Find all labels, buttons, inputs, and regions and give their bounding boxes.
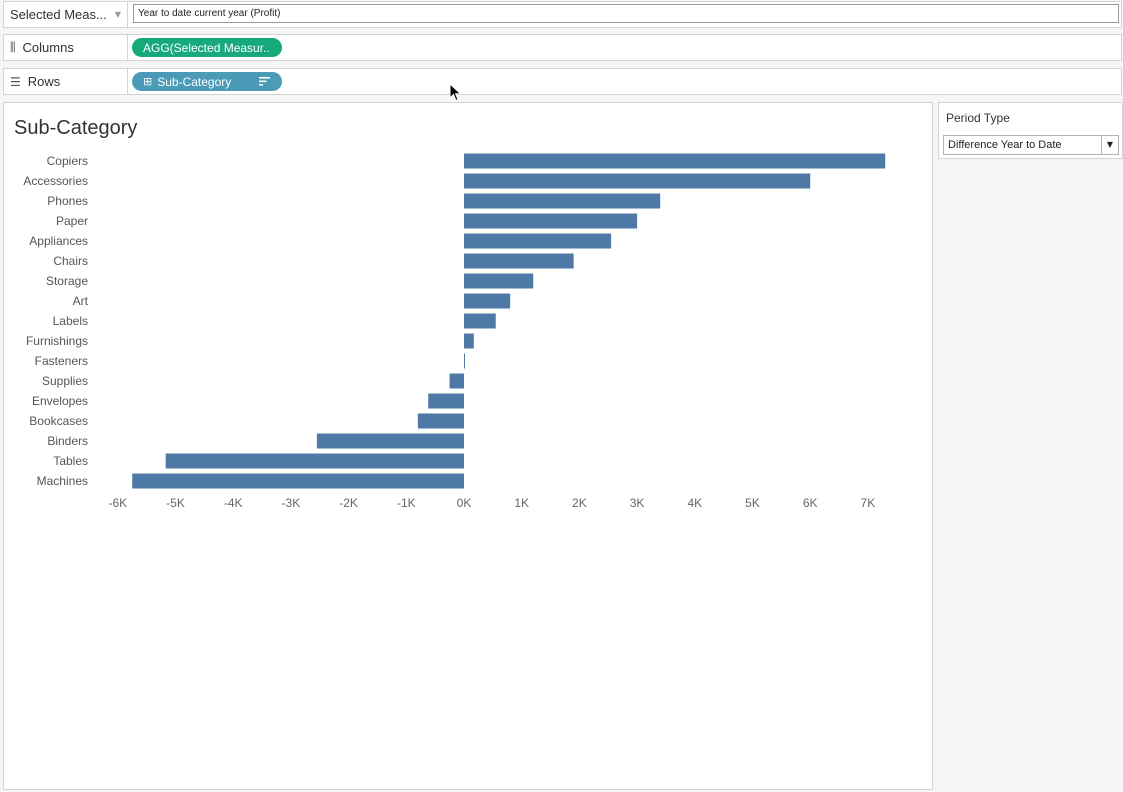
bar-tables[interactable] [165, 453, 465, 469]
category-label[interactable]: Bookcases [29, 414, 88, 428]
bar-paper[interactable] [464, 213, 638, 229]
category-label[interactable]: Art [73, 294, 89, 308]
category-label[interactable]: Copiers [47, 154, 88, 168]
category-label[interactable]: Furnishings [26, 334, 88, 348]
bar-binders[interactable] [316, 433, 464, 449]
columns-pill[interactable]: AGG(Selected Measur.. [132, 38, 282, 57]
parameter-dropdown[interactable]: Difference Year to Date ▼ [943, 135, 1119, 155]
bar-appliances[interactable] [464, 233, 612, 249]
x-tick-label: -5K [166, 496, 185, 510]
bar-chart: Copiers Accessories Phones Paper Appliances C… [23, 153, 886, 510]
category-label[interactable]: Supplies [42, 374, 88, 388]
x-tick-label: 1K [514, 496, 529, 510]
expand-plus-icon[interactable]: ⊞ [143, 75, 152, 88]
category-label[interactable]: Fasteners [35, 354, 88, 368]
x-tick-label: 6K [803, 496, 818, 510]
viz-pane: Sub-Category Copiers Accessories Phones Pap… [3, 102, 933, 790]
dropdown-arrow-icon[interactable]: ▼ [1101, 136, 1118, 154]
bar-chairs[interactable] [464, 253, 574, 269]
x-tick-label: 0K [457, 496, 472, 510]
category-label[interactable]: Labels [53, 314, 88, 328]
columns-pill-label: AGG(Selected Measur.. [143, 40, 270, 55]
rows-shelf-label: Rows [27, 74, 61, 89]
bar-accessories[interactable] [464, 173, 811, 189]
category-label[interactable]: Storage [46, 274, 88, 288]
category-label[interactable]: Accessories [23, 174, 88, 188]
columns-shelf: ⫼ Columns AGG(Selected Measur.. [3, 34, 1122, 61]
bar-copiers[interactable] [464, 153, 886, 169]
category-label[interactable]: Paper [56, 214, 88, 228]
category-label[interactable]: Binders [47, 434, 88, 448]
rows-shelf-label-box: ☰ Rows [4, 69, 128, 94]
calc-field-input[interactable]: Year to date current year (Profit) [133, 4, 1119, 23]
x-tick-label: -4K [224, 496, 243, 510]
columns-shelf-label-box: ⫼ Columns [4, 35, 128, 60]
category-label[interactable]: Machines [37, 474, 88, 488]
category-label[interactable]: Appliances [29, 234, 88, 248]
x-tick-label: 5K [745, 496, 760, 510]
x-tick-label: -1K [397, 496, 416, 510]
bar-bookcases[interactable] [417, 413, 464, 429]
category-label[interactable]: Phones [47, 194, 88, 208]
bar-storage[interactable] [464, 273, 534, 289]
rows-shelf: ☰ Rows ⊞ Sub-Category [3, 68, 1122, 95]
x-tick-label: 4K [687, 496, 702, 510]
x-tick-label: 2K [572, 496, 587, 510]
rows-pill-label: Sub-Category [157, 74, 232, 89]
bar-fasteners[interactable] [464, 353, 465, 369]
bar-art[interactable] [464, 293, 511, 309]
parameter-card: Period Type Difference Year to Date ▼ [938, 102, 1123, 159]
rows-pill[interactable]: ⊞ Sub-Category [132, 72, 282, 91]
bar-machines[interactable] [132, 473, 464, 489]
chevron-down-icon[interactable]: ▼ [115, 10, 121, 19]
sort-descending-icon[interactable] [259, 75, 271, 87]
bar-envelopes[interactable] [428, 393, 464, 409]
measure-selector[interactable]: Selected Meas... ▼ [4, 2, 128, 27]
columns-icon: ⫼ [10, 40, 16, 54]
x-tick-label: -6K [108, 496, 127, 510]
x-tick-label: -3K [282, 496, 301, 510]
rows-icon: ☰ [10, 74, 21, 89]
bar-supplies[interactable] [449, 373, 464, 389]
bar-labels[interactable] [464, 313, 496, 329]
mouse-pointer-icon [449, 83, 462, 102]
category-label[interactable]: Tables [53, 454, 88, 468]
parameter-value: Difference Year to Date [948, 139, 1062, 151]
x-tick-label: 3K [630, 496, 645, 510]
parameter-title: Period Type [946, 111, 1010, 125]
x-tick-label: -2K [339, 496, 358, 510]
category-label[interactable]: Chairs [53, 254, 88, 268]
x-tick-label: 7K [861, 496, 876, 510]
measure-selector-bar: Selected Meas... ▼ Year to date current … [3, 1, 1122, 28]
measure-selector-label: Selected Meas... [10, 7, 107, 22]
category-label[interactable]: Envelopes [32, 394, 88, 408]
bar-phones[interactable] [464, 193, 661, 209]
columns-shelf-label: Columns [22, 40, 74, 55]
bar-furnishings[interactable] [464, 333, 474, 349]
